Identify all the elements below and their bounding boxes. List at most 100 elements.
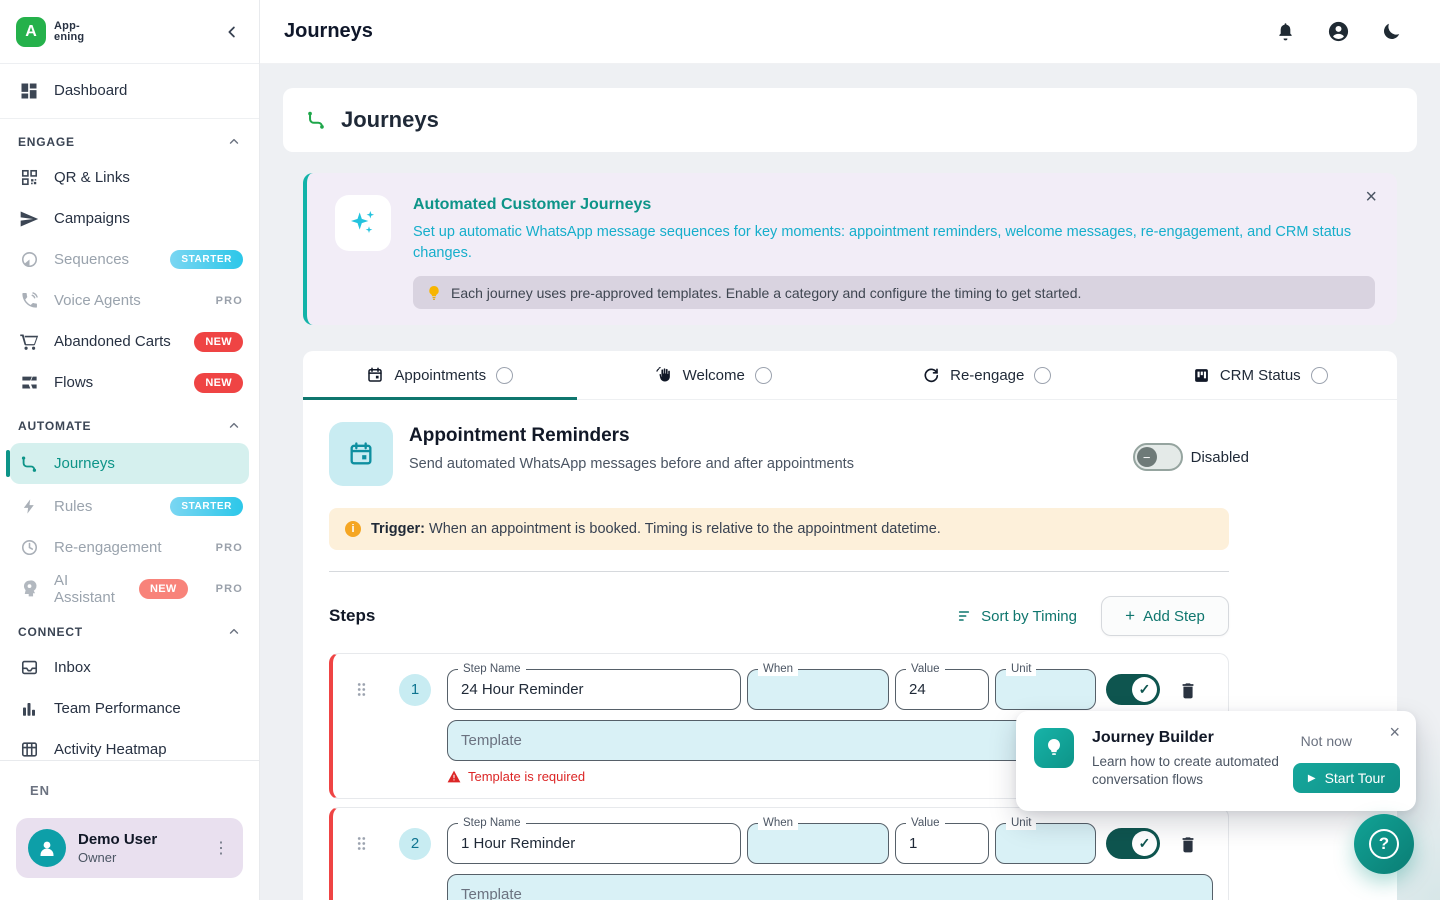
refresh-icon bbox=[922, 366, 940, 384]
warning-triangle-icon bbox=[447, 770, 461, 783]
sidebar-item-activity-heatmap[interactable]: Activity Heatmap bbox=[0, 729, 259, 760]
user-card[interactable]: Demo User Owner ⋮ bbox=[16, 818, 243, 878]
delete-step-trash-icon[interactable] bbox=[1178, 680, 1198, 700]
step-enabled-toggle[interactable]: ✓ bbox=[1106, 828, 1160, 859]
dark-mode-moon-icon[interactable] bbox=[1381, 21, 1402, 42]
ai-assistant-icon bbox=[18, 579, 40, 598]
sort-by-timing-button[interactable]: Sort by Timing bbox=[957, 608, 1077, 625]
sidebar-section-connect[interactable]: CONNECT bbox=[0, 617, 259, 647]
steps-header: Steps Sort by Timing + Add Step bbox=[329, 596, 1229, 636]
question-mark-icon: ? bbox=[1369, 829, 1399, 859]
sidebar-header: A App- ening bbox=[0, 0, 259, 64]
sidebar-item-team-performance[interactable]: Team Performance bbox=[0, 688, 259, 729]
kebab-menu-icon[interactable]: ⋮ bbox=[207, 838, 235, 858]
user-role: Owner bbox=[78, 850, 157, 865]
chevron-up-icon bbox=[227, 419, 241, 433]
step-name-input[interactable] bbox=[461, 835, 727, 852]
category-enable-toggle[interactable]: − bbox=[1133, 443, 1183, 471]
start-tour-button[interactable]: ▶ Start Tour bbox=[1293, 763, 1400, 793]
step-name-field[interactable]: Step Name bbox=[447, 669, 741, 710]
tab-radio[interactable] bbox=[496, 367, 513, 384]
help-button[interactable]: ? bbox=[1354, 814, 1414, 874]
tab-appointments[interactable]: Appointments bbox=[303, 351, 577, 399]
step-enabled-toggle[interactable]: ✓ bbox=[1106, 674, 1160, 705]
sidebar-nav: Dashboard ENGAGE QR & Links Campaigns bbox=[0, 64, 259, 760]
tab-radio[interactable] bbox=[1034, 367, 1051, 384]
sidebar-item-sequences[interactable]: Sequences STARTER bbox=[0, 239, 259, 280]
not-now-link[interactable]: Not now bbox=[1301, 733, 1352, 749]
sidebar-item-journeys[interactable]: Journeys bbox=[10, 443, 249, 484]
sidebar-item-voice-agents[interactable]: Voice Agents PRO bbox=[0, 280, 259, 321]
language-selector[interactable]: EN bbox=[30, 783, 243, 798]
sidebar-item-dashboard[interactable]: Dashboard bbox=[0, 70, 259, 111]
app-logo[interactable]: A App- ening bbox=[16, 17, 84, 47]
sidebar: A App- ening Dashboard ENGAGE bbox=[0, 0, 260, 900]
sidebar-item-qr-links[interactable]: QR & Links bbox=[0, 157, 259, 198]
when-label: When bbox=[758, 816, 798, 830]
add-step-button[interactable]: + Add Step bbox=[1101, 596, 1229, 636]
close-icon[interactable]: × bbox=[1389, 723, 1400, 741]
chevron-up-icon bbox=[227, 625, 241, 639]
new-badge: NEW bbox=[194, 373, 243, 393]
pro-tag: PRO bbox=[216, 583, 243, 595]
sidebar-section-engage[interactable]: ENGAGE bbox=[0, 127, 259, 157]
pro-tag: PRO bbox=[216, 295, 243, 307]
drag-handle-icon[interactable] bbox=[349, 835, 373, 852]
sidebar-collapse-icon[interactable] bbox=[223, 23, 241, 41]
sidebar-item-re-engagement[interactable]: Re-engagement PRO bbox=[0, 527, 259, 568]
tab-welcome[interactable]: Welcome bbox=[577, 351, 851, 399]
step-name-field[interactable]: Step Name bbox=[447, 823, 741, 864]
when-select[interactable]: When bbox=[747, 823, 889, 864]
waving-hand-icon bbox=[655, 366, 673, 384]
template-select[interactable] bbox=[447, 874, 1213, 900]
trigger-banner: i Trigger: When an appointment is booked… bbox=[329, 508, 1229, 550]
drag-handle-icon[interactable] bbox=[349, 681, 373, 698]
value-field[interactable]: Value bbox=[895, 669, 989, 710]
sidebar-item-label: Rules bbox=[54, 498, 92, 515]
sidebar-item-inbox[interactable]: Inbox bbox=[0, 647, 259, 688]
account-icon[interactable] bbox=[1327, 20, 1350, 43]
step-name-input[interactable] bbox=[461, 681, 727, 698]
page-header: Journeys bbox=[283, 88, 1417, 152]
tab-crm-status[interactable]: CRM Status bbox=[1124, 351, 1398, 399]
tab-re-engage[interactable]: Re-engage bbox=[850, 351, 1124, 399]
trigger-text: When an appointment is booked. Timing is… bbox=[429, 521, 941, 537]
unit-select[interactable]: Unit bbox=[995, 823, 1096, 864]
bar-chart-icon bbox=[18, 700, 40, 718]
qr-icon bbox=[18, 168, 40, 187]
send-icon bbox=[18, 209, 40, 229]
plus-icon: + bbox=[1125, 606, 1135, 626]
unit-select[interactable]: Unit bbox=[995, 669, 1096, 710]
sidebar-item-label: Sequences bbox=[54, 251, 129, 268]
step-name-label: Step Name bbox=[458, 662, 526, 676]
sidebar-item-ai-assistant[interactable]: AI Assistant NEW PRO bbox=[0, 568, 259, 609]
chevron-up-icon bbox=[227, 135, 241, 149]
template-input[interactable] bbox=[461, 886, 1199, 900]
sidebar-item-campaigns[interactable]: Campaigns bbox=[0, 198, 259, 239]
play-icon: ▶ bbox=[1308, 773, 1316, 784]
sidebar-section-automate[interactable]: AUTOMATE bbox=[0, 411, 259, 441]
info-banner: Automated Customer Journeys Set up autom… bbox=[303, 173, 1397, 325]
category-header: Appointment Reminders Send automated Wha… bbox=[329, 422, 1249, 486]
journeys-route-icon bbox=[18, 454, 40, 474]
category-tabs: Appointments Welcome Re-engage bbox=[303, 351, 1397, 400]
lightbulb-icon bbox=[1034, 728, 1074, 768]
value-input[interactable] bbox=[909, 835, 975, 852]
close-icon[interactable]: × bbox=[1365, 187, 1377, 207]
value-input[interactable] bbox=[909, 681, 975, 698]
sidebar-item-flows[interactable]: Flows NEW bbox=[0, 362, 259, 403]
user-name: Demo User bbox=[78, 831, 157, 848]
tab-radio[interactable] bbox=[755, 367, 772, 384]
sidebar-item-rules[interactable]: Rules STARTER bbox=[0, 486, 259, 527]
tab-radio[interactable] bbox=[1311, 367, 1328, 384]
notifications-bell-icon[interactable] bbox=[1275, 21, 1296, 42]
sidebar-divider bbox=[0, 118, 259, 119]
delete-step-trash-icon[interactable] bbox=[1178, 834, 1198, 854]
banner-description: Set up automatic WhatsApp message sequen… bbox=[413, 222, 1375, 264]
appointments-panel: Appointment Reminders Send automated Wha… bbox=[303, 400, 1397, 900]
value-field[interactable]: Value bbox=[895, 823, 989, 864]
when-select[interactable]: When bbox=[747, 669, 889, 710]
sidebar-item-label: Dashboard bbox=[54, 82, 127, 99]
sidebar-item-abandoned-carts[interactable]: Abandoned Carts NEW bbox=[0, 321, 259, 362]
trigger-label: Trigger: bbox=[371, 521, 425, 537]
